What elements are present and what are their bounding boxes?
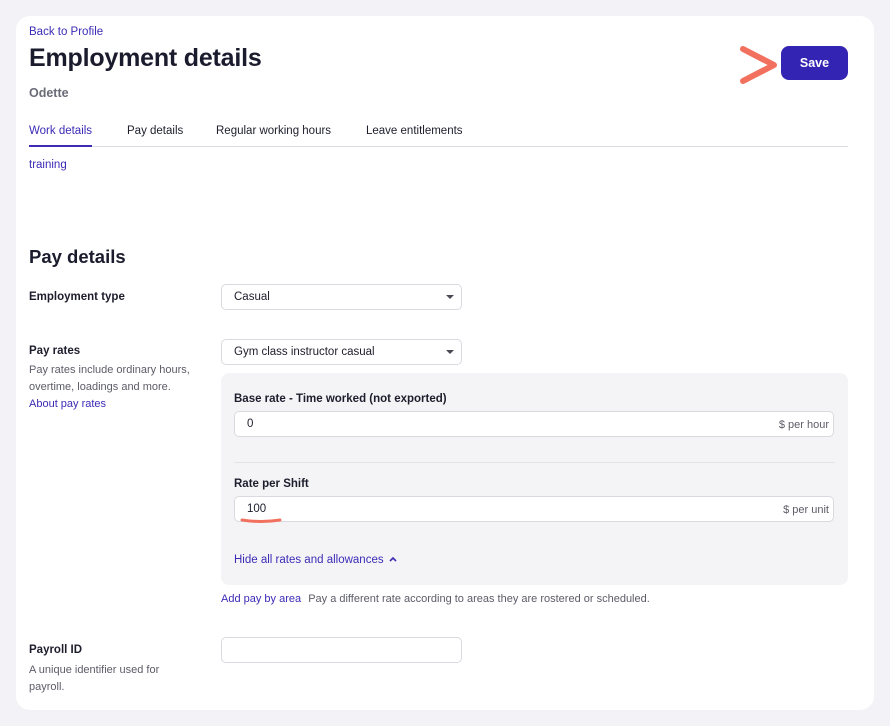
- base-rate-value: 0: [247, 418, 254, 430]
- tab-pay-details[interactable]: Pay details: [127, 124, 183, 147]
- employment-type-value: Casual: [234, 291, 270, 303]
- tab-leave-entitlements[interactable]: Leave entitlements: [366, 124, 463, 147]
- base-rate-unit: $ per hour: [778, 419, 829, 431]
- add-pay-by-area-link[interactable]: Add pay by area: [221, 593, 301, 605]
- tab-work-details[interactable]: Work details: [29, 124, 93, 147]
- pay-rate-value: Gym class instructor casual: [234, 346, 375, 358]
- page-title: Employment details: [29, 44, 262, 72]
- rate-per-shift-value: 100: [247, 503, 267, 515]
- save-button[interactable]: Save: [781, 46, 848, 80]
- chevron-down-icon: [446, 350, 454, 354]
- annotation-arrow-icon: [740, 46, 777, 84]
- pay-rates-help: Pay rates include ordinary hours, overti…: [29, 362, 194, 413]
- training-link[interactable]: training: [29, 159, 67, 171]
- chevron-down-icon: [446, 295, 454, 299]
- base-rate-input[interactable]: 0 $ per hour: [234, 411, 834, 437]
- pay-rate-select[interactable]: Gym class instructor casual: [221, 339, 462, 365]
- employee-name: Odette: [29, 86, 69, 100]
- employment-type-select[interactable]: Casual: [221, 284, 462, 310]
- tab-bar: Work details Pay details Regular working…: [29, 124, 848, 147]
- pay-rates-help-text: Pay rates include ordinary hours, overti…: [29, 364, 190, 393]
- tab-regular-working-hours[interactable]: Regular working hours: [216, 124, 331, 147]
- employment-type-label: Employment type: [29, 291, 125, 303]
- add-pay-by-area-row: Add pay by area Pay a different rate acc…: [221, 593, 650, 605]
- rate-per-shift-label: Rate per Shift: [234, 478, 309, 490]
- chevron-up-icon: [389, 556, 397, 562]
- about-pay-rates-link[interactable]: About pay rates: [29, 398, 106, 410]
- back-to-profile-link[interactable]: Back to Profile: [29, 26, 103, 38]
- rate-per-shift-unit: $ per unit: [783, 504, 829, 516]
- pay-rates-label: Pay rates: [29, 345, 81, 357]
- base-rate-label: Base rate - Time worked (not exported): [234, 393, 447, 405]
- add-pay-by-area-description: Pay a different rate according to areas …: [308, 593, 650, 605]
- hide-rates-toggle[interactable]: Hide all rates and allowances: [234, 554, 397, 566]
- annotation-underline-icon: [240, 518, 282, 523]
- hide-rates-label: Hide all rates and allowances: [234, 554, 384, 566]
- payroll-id-help: A unique identifier used for payroll.: [29, 664, 160, 693]
- rates-divider: [234, 462, 835, 463]
- payroll-id-label: Payroll ID: [29, 644, 83, 656]
- pay-details-heading: Pay details: [29, 246, 126, 267]
- rate-per-shift-input[interactable]: 100 $ per unit: [234, 496, 834, 522]
- payroll-id-input[interactable]: [221, 637, 462, 663]
